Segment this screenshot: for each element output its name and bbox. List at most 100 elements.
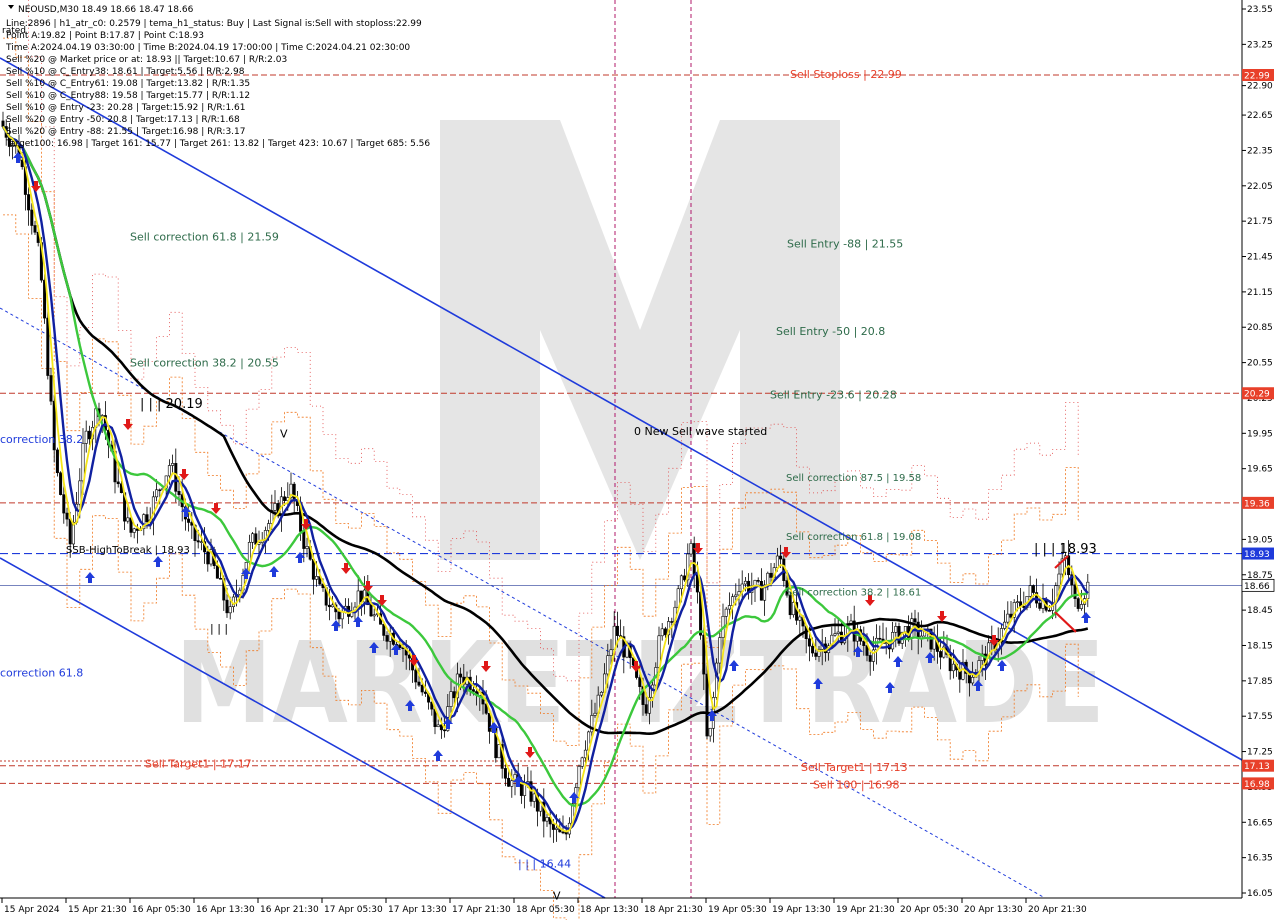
candle-bear — [814, 652, 818, 657]
candle-bear — [807, 638, 811, 647]
y-tick-label: 22.35 — [1247, 146, 1273, 156]
candle-bull — [532, 793, 536, 802]
x-tick-label: 17 Apr 05:30 — [324, 905, 383, 915]
y-tick-label: 17.85 — [1247, 677, 1273, 687]
candle-bear — [30, 209, 34, 226]
candle-bear — [615, 625, 619, 636]
candle-bear — [219, 577, 223, 580]
candle-bear — [87, 430, 91, 440]
candle-bear — [878, 637, 882, 640]
candle-bull — [1003, 621, 1007, 629]
candle-bear — [452, 691, 456, 699]
candle-bull — [497, 744, 501, 759]
candle-bull — [273, 503, 277, 511]
annotation-label: Sell 100 | 16.98 — [813, 779, 900, 792]
candle-bull — [228, 606, 232, 614]
candle-bull — [951, 663, 955, 672]
status-line: Sell %20 @ Entry -50: 20.8 | Target:17.1… — [6, 115, 240, 125]
candle-bear — [225, 599, 229, 614]
y-tick-label: 17.55 — [1247, 712, 1273, 722]
x-tick-label: 16 Apr 21:30 — [260, 905, 319, 915]
candle-bull — [708, 727, 712, 737]
x-tick-label: 17 Apr 13:30 — [388, 905, 447, 915]
annotation-label: V — [553, 889, 561, 902]
candle-bull — [791, 602, 795, 616]
y-tick-label: 22.90 — [1247, 82, 1273, 92]
candle-bull — [251, 533, 255, 543]
candle-bear — [913, 618, 917, 623]
candle-bull — [766, 572, 770, 586]
annotation-label: Sell correction 87.5 | 19.58 — [786, 473, 921, 484]
candle-bull — [1057, 573, 1061, 586]
status-line: Line:2896 | h1_atr_c0: 0.2579 | tema_h1_… — [6, 19, 422, 29]
annotation-label: Sell Entry -23.6 | 20.28 — [770, 388, 897, 401]
candle-bear — [782, 558, 786, 581]
candle-bull — [775, 555, 779, 568]
x-tick-label: 20 Apr 05:30 — [900, 905, 959, 915]
status-line: Point A:19.82 | Point B:17.87 | Point C:… — [6, 31, 204, 41]
candle-bear — [811, 645, 815, 654]
candle-bear — [423, 691, 427, 694]
x-tick-label: 18 Apr 13:30 — [580, 905, 639, 915]
y-tick-label: 20.55 — [1247, 359, 1273, 369]
candle-bear — [779, 555, 783, 560]
candle-bear — [158, 489, 162, 492]
price-chart[interactable]: MARKETIZTRADE Sell Stoploss | 22.99Sell … — [0, 0, 1280, 920]
price-tag-label: 22.99 — [1244, 72, 1270, 82]
candle-bull — [247, 541, 251, 563]
annotation-label: | | | 18.93 — [1034, 542, 1097, 557]
annotation-label: Sell correction 38.2 | 20.55 — [130, 357, 279, 370]
annotation-label: SSB-HighToBreak | 18.93 — [66, 545, 190, 556]
candle-bull — [743, 580, 747, 585]
y-tick-label: 21.45 — [1247, 253, 1273, 263]
candle-bear — [507, 777, 511, 787]
status-line: Sell %10 @ C_Entry38: 18.61 | Target:5.5… — [6, 67, 245, 77]
candle-bull — [606, 655, 610, 675]
candle-bear — [177, 491, 181, 495]
candle-bear — [551, 823, 555, 830]
candle-bear — [62, 494, 66, 514]
candle-bull — [267, 523, 271, 531]
candle-bull — [331, 604, 335, 608]
candle-bull — [155, 489, 159, 498]
x-tick-label: 16 Apr 05:30 — [132, 905, 191, 915]
candle-bear — [187, 518, 191, 523]
candle-bull — [971, 677, 975, 684]
candle-bull — [1079, 604, 1083, 609]
x-tick-label: 17 Apr 21:30 — [452, 905, 511, 915]
candle-bull — [510, 780, 514, 787]
candle-bear — [385, 635, 389, 642]
candle-bull — [580, 757, 584, 767]
price-tag-label: 20.29 — [1244, 390, 1270, 400]
candle-bear — [561, 831, 565, 834]
candle-bear — [145, 514, 149, 523]
x-tick-label: 18 Apr 05:30 — [516, 905, 575, 915]
annotation-label: | | | 16.44 — [518, 858, 571, 871]
y-tick-label: 23.25 — [1247, 40, 1273, 50]
status-line: Sell %20 @ Market price or at: 18.93 || … — [6, 55, 287, 65]
candle-bear — [702, 634, 706, 675]
status-line: Time A:2024.04.19 03:30:00 | Time B:2024… — [5, 43, 410, 53]
candle-bear — [65, 512, 69, 520]
candle-bear — [1076, 598, 1080, 609]
annotation-label: | | | 20.19 — [140, 397, 203, 412]
y-tick-label: 16.65 — [1247, 818, 1273, 828]
candle-bear — [868, 655, 872, 662]
y-tick-label: 23.55 — [1247, 5, 1273, 15]
y-tick-label: 16.35 — [1247, 854, 1273, 864]
y-tick-label: 18.45 — [1247, 606, 1273, 616]
candle-bear — [1031, 585, 1035, 593]
candle-bear — [174, 463, 178, 492]
candle-bear — [196, 540, 200, 543]
x-tick-label: 18 Apr 21:30 — [644, 905, 703, 915]
candle-bull — [1015, 601, 1019, 604]
candle-bull — [577, 766, 581, 788]
candle-bull — [884, 642, 888, 644]
candle-bear — [33, 225, 37, 233]
candle-bull — [305, 546, 309, 549]
candle-bull — [833, 633, 837, 636]
annotation-label: Sell Target1 | 17.17 — [145, 757, 252, 770]
annotation-label: 0 New Sell wave started — [634, 425, 767, 438]
y-tick-label: 22.65 — [1247, 111, 1273, 121]
candle-bull — [126, 517, 130, 522]
